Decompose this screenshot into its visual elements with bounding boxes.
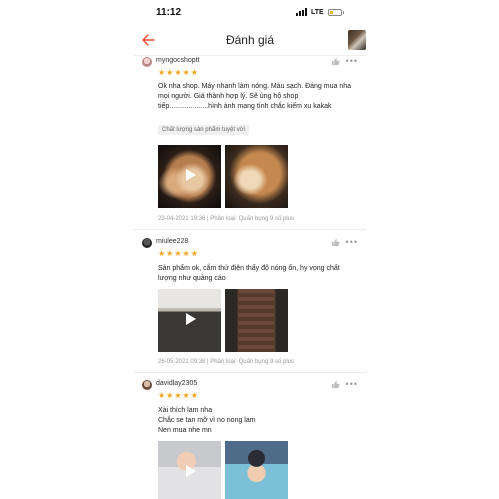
page-title: Đánh giá: [225, 33, 275, 47]
review-video-thumbnail[interactable]: [158, 145, 221, 208]
review-item: myngocshoptt ••• ★ ★ ★ ★ ★ Ok nha shop. …: [134, 57, 366, 230]
review-video-thumbnail[interactable]: [158, 441, 221, 499]
star-icon: ★: [166, 68, 174, 77]
header: Đánh giá: [134, 26, 366, 56]
more-dots-icon[interactable]: •••: [346, 57, 358, 66]
more-dots-icon[interactable]: •••: [346, 380, 358, 389]
star-icon: ★: [158, 249, 166, 258]
product-thumbnail[interactable]: [348, 30, 366, 50]
star-icon: ★: [190, 249, 198, 258]
play-icon: [186, 169, 196, 181]
star-icon: ★: [182, 249, 190, 258]
star-icon: ★: [174, 391, 182, 400]
review-text: Xài thích lam nha Chắc se tan mỡ vì no n…: [158, 407, 256, 434]
play-icon: [186, 313, 196, 325]
review-divider: [134, 372, 366, 373]
star-icon: ★: [190, 68, 198, 77]
status-bar: 11:12 LTE: [0, 0, 499, 26]
thumbs-up-icon[interactable]: [331, 238, 340, 247]
thumbs-up-icon[interactable]: [331, 57, 340, 66]
star-icon: ★: [182, 68, 190, 77]
review-image-thumbnail[interactable]: [225, 441, 288, 499]
star-icon: ★: [182, 391, 190, 400]
review-image-thumbnail[interactable]: [225, 289, 288, 352]
review-media: [158, 289, 288, 352]
avatar[interactable]: [142, 57, 152, 67]
review-username: miulee228: [156, 238, 189, 245]
rating-stars: ★ ★ ★ ★ ★: [158, 250, 198, 258]
star-icon: ★: [190, 391, 198, 400]
rating-stars: ★ ★ ★ ★ ★: [158, 392, 198, 400]
avatar[interactable]: [142, 238, 152, 248]
review-meta: 26-05-2021 09:38 | Phân loại: Quấn bụng …: [158, 359, 294, 365]
star-icon: ★: [174, 68, 182, 77]
review-video-thumbnail[interactable]: [158, 289, 221, 352]
review-media: [158, 441, 288, 499]
signal-icon: [296, 8, 307, 16]
battery-icon: [327, 8, 342, 16]
star-icon: ★: [174, 249, 182, 258]
rating-stars: ★ ★ ★ ★ ★: [158, 69, 198, 77]
status-indicators: LTE: [296, 8, 344, 16]
network-label: LTE: [311, 8, 324, 16]
review-item: miulee228 ••• ★ ★ ★ ★ ★ Sản phẩm ok, cắm…: [134, 238, 366, 372]
header-divider: [134, 55, 366, 56]
play-icon: [186, 465, 196, 477]
review-item: davidlay2305 ••• ★ ★ ★ ★ ★ Xài thích lam…: [134, 380, 366, 499]
star-icon: ★: [158, 68, 166, 77]
review-divider: [134, 229, 366, 230]
star-icon: ★: [166, 391, 174, 400]
avatar[interactable]: [142, 380, 152, 390]
review-tag: Chất lượng sản phẩm tuyệt vời: [158, 125, 249, 135]
status-time: 11:12: [156, 7, 182, 18]
review-image-thumbnail[interactable]: [225, 145, 288, 208]
review-meta: 23-04-2021 19:36 | Phân loại: Quấn bụng …: [158, 216, 294, 222]
review-text: Ok nha shop. Máy nhanh làm nóng. Màu sạc…: [158, 83, 352, 110]
star-icon: ★: [158, 391, 166, 400]
thumbs-up-icon[interactable]: [331, 380, 340, 389]
review-text: Sản phẩm ok, cắm thử điện thấy độ nóng ổ…: [158, 265, 340, 282]
more-dots-icon[interactable]: •••: [346, 238, 358, 247]
review-username: davidlay2305: [156, 380, 198, 387]
star-icon: ★: [166, 249, 174, 258]
review-media: [158, 145, 288, 208]
review-username: myngocshoptt: [156, 57, 200, 64]
